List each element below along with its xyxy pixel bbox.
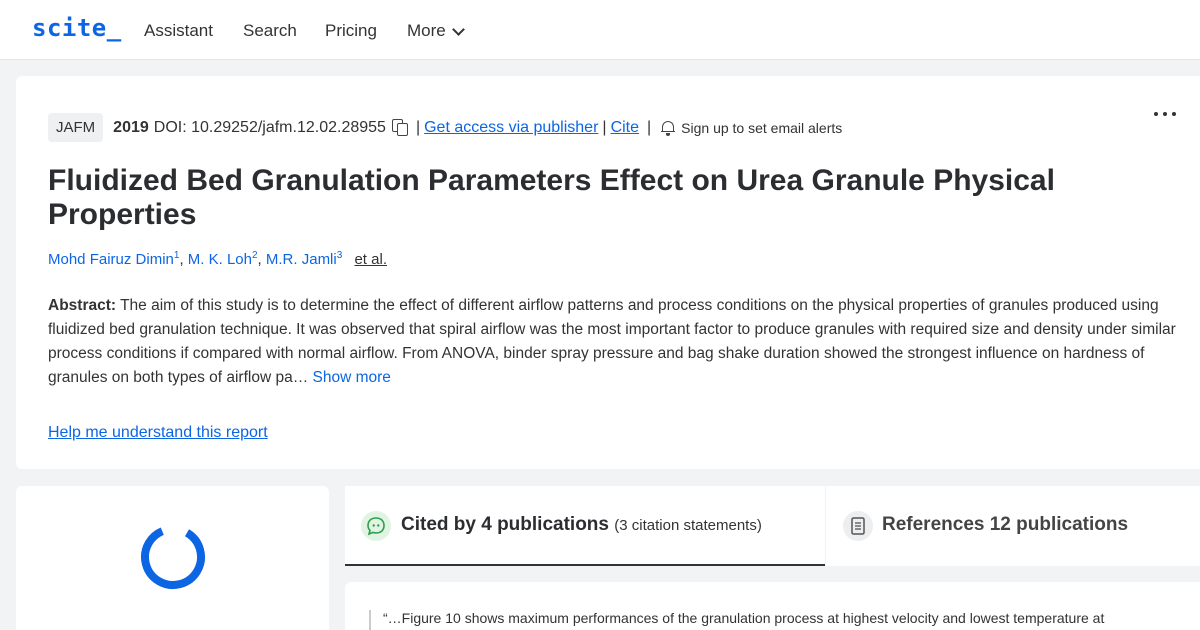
paper-title: Fluidized Bed Granulation Parameters Eff…	[48, 164, 1055, 231]
cite-link[interactable]: Cite	[611, 119, 639, 137]
bell-icon[interactable]	[661, 120, 676, 136]
email-alerts-link[interactable]: Sign up to set email alerts	[681, 120, 842, 136]
publisher-access-link[interactable]: Get access via publisher	[424, 119, 598, 137]
loading-spinner-icon	[141, 524, 205, 589]
copy-icon[interactable]	[391, 119, 408, 136]
nav-pricing[interactable]: Pricing	[325, 21, 377, 41]
nav-search[interactable]: Search	[243, 21, 297, 41]
author-link[interactable]: M.R. Jamli	[266, 251, 337, 268]
abstract-text: The aim of this study is to determine th…	[48, 297, 1176, 386]
author-list: Mohd Fairuz Dimin1, M. K. Loh2, M.R. Jam…	[48, 250, 387, 268]
author-affiliation: 2	[251, 250, 258, 261]
chevron-down-icon	[451, 22, 465, 36]
author-affiliation: 3	[336, 250, 343, 261]
paper-meta-row: JAFM 2019 DOI: 10.29252/jafm.12.02.28955…	[48, 113, 842, 142]
document-icon	[843, 511, 873, 541]
et-al-link[interactable]: et al.	[354, 251, 387, 268]
tab-cited-by[interactable]: Cited by 4 publications (3 citation stat…	[345, 486, 825, 566]
citation-statements-count: (3 citation statements)	[614, 517, 762, 534]
separator: |	[415, 118, 421, 136]
top-navigation-bar: scite_ Assistant Search Pricing More	[0, 0, 1200, 60]
references-label: References 12 publications	[882, 514, 1129, 535]
tab-references[interactable]: References 12 publications	[826, 486, 1200, 566]
show-more-link[interactable]: Show more	[313, 369, 391, 386]
nav-more[interactable]: More	[407, 21, 465, 41]
cited-by-label: Cited by 4 publications (3 citation stat…	[401, 514, 762, 536]
nav-more-label: More	[407, 21, 446, 40]
author-link[interactable]: Mohd Fairuz Dimin	[48, 251, 174, 268]
speech-bubble-icon	[361, 511, 391, 541]
abstract-label: Abstract:	[48, 297, 117, 314]
paper-card: JAFM 2019 DOI: 10.29252/jafm.12.02.28955…	[16, 76, 1200, 469]
nav-assistant[interactable]: Assistant	[144, 21, 213, 41]
citation-quote: “…Figure 10 shows maximum performances o…	[369, 610, 1104, 630]
author-affiliation: 1	[173, 250, 180, 261]
abstract: Abstract: The aim of this study is to de…	[48, 294, 1183, 390]
author-link[interactable]: M. K. Loh	[188, 251, 252, 268]
more-options-icon[interactable]	[1154, 112, 1176, 116]
citation-statement-card: “…Figure 10 shows maximum performances o…	[345, 582, 1200, 630]
separator: |	[647, 118, 652, 136]
journal-badge[interactable]: JAFM	[48, 113, 104, 142]
separator: |	[602, 118, 607, 136]
doi-text: DOI: 10.29252/jafm.12.02.28955	[153, 118, 386, 136]
metrics-panel	[16, 486, 329, 630]
cited-by-count: Cited by 4 publications	[401, 514, 609, 535]
scite-logo[interactable]: scite_	[32, 14, 122, 42]
help-understand-link[interactable]: Help me understand this report	[48, 424, 268, 442]
publication-year: 2019	[113, 118, 149, 136]
